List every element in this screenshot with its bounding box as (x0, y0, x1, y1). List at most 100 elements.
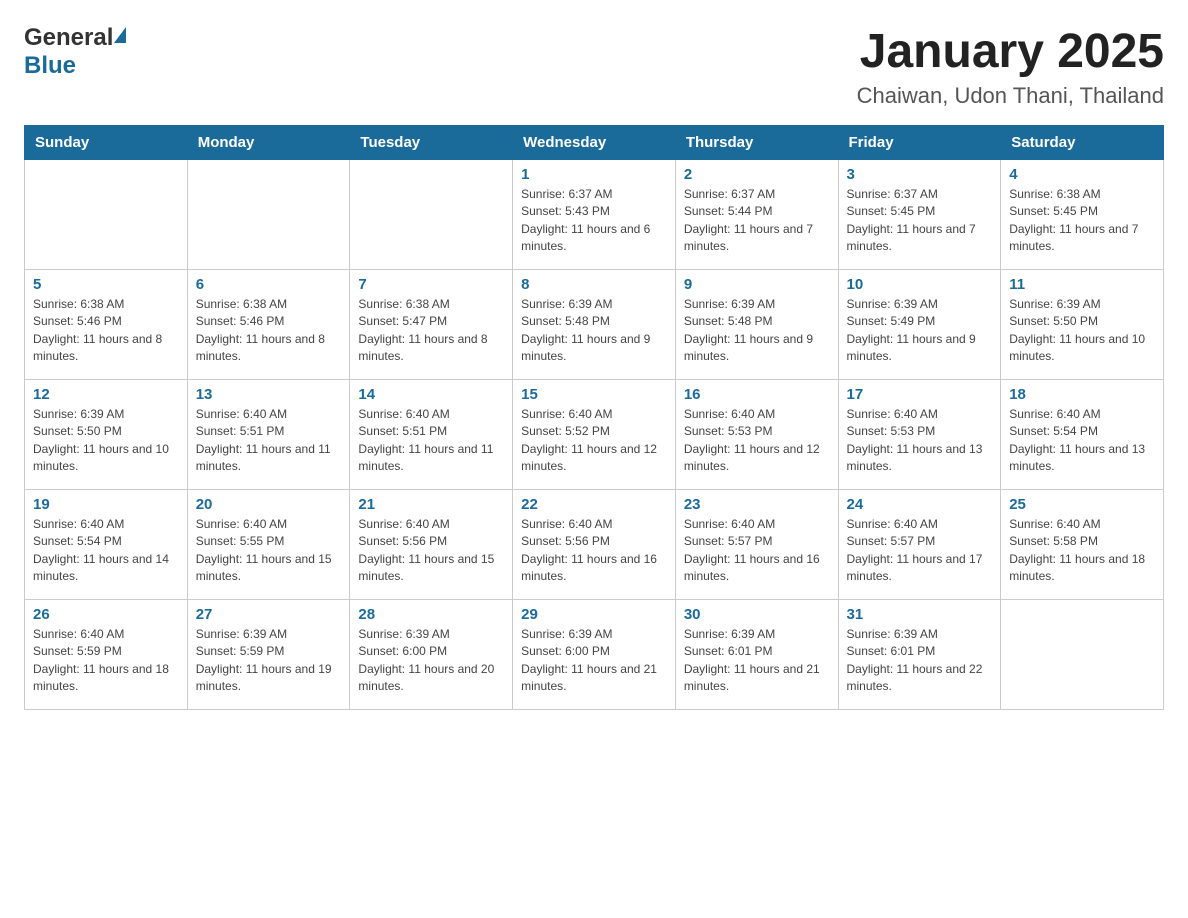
logo: General Blue (24, 24, 126, 80)
day-info: Sunrise: 6:40 AM Sunset: 5:59 PM Dayligh… (33, 626, 179, 696)
day-number: 19 (33, 496, 179, 513)
calendar-cell: 7 Sunrise: 6:38 AM Sunset: 5:47 PM Daylig… (350, 270, 513, 380)
calendar-week-row: 19 Sunrise: 6:40 AM Sunset: 5:54 PM Dayli… (25, 490, 1164, 600)
day-number: 30 (684, 606, 830, 623)
day-number: 28 (358, 606, 504, 623)
day-info: Sunrise: 6:39 AM Sunset: 6:00 PM Dayligh… (521, 626, 667, 696)
calendar-week-row: 1Sunrise: 6:37 AM Sunset: 5:43 PM Daylig… (25, 160, 1164, 270)
day-number: 18 (1009, 386, 1155, 403)
day-number: 15 (521, 386, 667, 403)
day-info: Sunrise: 6:40 AM Sunset: 5:56 PM Dayligh… (521, 516, 667, 586)
calendar-cell: 2Sunrise: 6:37 AM Sunset: 5:44 PM Daylig… (675, 160, 838, 270)
calendar-cell: 4Sunrise: 6:38 AM Sunset: 5:45 PM Daylig… (1001, 160, 1164, 270)
calendar-cell: 26Sunrise: 6:40 AM Sunset: 5:59 PM Dayli… (25, 600, 188, 710)
day-number: 14 (358, 386, 504, 403)
day-info: Sunrise: 6:38 AM Sunset: 5:47 PM Dayligh… (358, 296, 504, 366)
day-info: Sunrise: 6:40 AM Sunset: 5:51 PM Dayligh… (196, 406, 342, 476)
day-info: Sunrise: 6:40 AM Sunset: 5:54 PM Dayligh… (33, 516, 179, 586)
calendar-cell: 12 Sunrise: 6:39 AM Sunset: 5:50 PM Dayli… (25, 380, 188, 490)
calendar-header-wednesday: Wednesday (513, 126, 676, 160)
day-info: Sunrise: 6:37 AM Sunset: 5:45 PM Dayligh… (847, 186, 993, 256)
calendar-cell: 25 Sunrise: 6:40 AM Sunset: 5:58 PM Dayli… (1001, 490, 1164, 600)
day-number: 8 (521, 276, 667, 293)
calendar-week-row: 26Sunrise: 6:40 AM Sunset: 5:59 PM Dayli… (25, 600, 1164, 710)
day-info: Sunrise: 6:40 AM Sunset: 5:52 PM Dayligh… (521, 406, 667, 476)
day-info: Sunrise: 6:40 AM Sunset: 5:57 PM Dayligh… (847, 516, 993, 586)
day-info: Sunrise: 6:39 AM Sunset: 5:50 PM Dayligh… (33, 406, 179, 476)
day-number: 23 (684, 496, 830, 513)
calendar-header-tuesday: Tuesday (350, 126, 513, 160)
calendar-cell (1001, 600, 1164, 710)
calendar-cell: 13Sunrise: 6:40 AM Sunset: 5:51 PM Dayli… (187, 380, 350, 490)
day-info: Sunrise: 6:40 AM Sunset: 5:53 PM Dayligh… (847, 406, 993, 476)
calendar-header-sunday: Sunday (25, 126, 188, 160)
day-number: 11 (1009, 276, 1155, 293)
calendar-cell (350, 160, 513, 270)
calendar-cell: 1Sunrise: 6:37 AM Sunset: 5:43 PM Daylig… (513, 160, 676, 270)
day-number: 25 (1009, 496, 1155, 513)
day-number: 27 (196, 606, 342, 623)
day-info: Sunrise: 6:39 AM Sunset: 5:59 PM Dayligh… (196, 626, 342, 696)
calendar-cell: 24 Sunrise: 6:40 AM Sunset: 5:57 PM Dayli… (838, 490, 1001, 600)
day-number: 5 (33, 276, 179, 293)
day-number: 22 (521, 496, 667, 513)
calendar-cell (25, 160, 188, 270)
calendar-header-monday: Monday (187, 126, 350, 160)
day-info: Sunrise: 6:38 AM Sunset: 5:46 PM Dayligh… (33, 296, 179, 366)
day-number: 7 (358, 276, 504, 293)
calendar-cell: 31 Sunrise: 6:39 AM Sunset: 6:01 PM Dayli… (838, 600, 1001, 710)
calendar-cell: 5 Sunrise: 6:38 AM Sunset: 5:46 PM Daylig… (25, 270, 188, 380)
day-number: 24 (847, 496, 993, 513)
day-info: Sunrise: 6:39 AM Sunset: 6:01 PM Dayligh… (684, 626, 830, 696)
calendar-header-thursday: Thursday (675, 126, 838, 160)
day-number: 9 (684, 276, 830, 293)
day-info: Sunrise: 6:38 AM Sunset: 5:46 PM Dayligh… (196, 296, 342, 366)
day-number: 29 (521, 606, 667, 623)
day-info: Sunrise: 6:40 AM Sunset: 5:58 PM Dayligh… (1009, 516, 1155, 586)
calendar-week-row: 5 Sunrise: 6:38 AM Sunset: 5:46 PM Daylig… (25, 270, 1164, 380)
calendar-cell: 15 Sunrise: 6:40 AM Sunset: 5:52 PM Dayli… (513, 380, 676, 490)
calendar-cell: 28 Sunrise: 6:39 AM Sunset: 6:00 PM Dayli… (350, 600, 513, 710)
calendar-cell: 18 Sunrise: 6:40 AM Sunset: 5:54 PM Dayli… (1001, 380, 1164, 490)
day-info: Sunrise: 6:40 AM Sunset: 5:54 PM Dayligh… (1009, 406, 1155, 476)
calendar-cell: 30 Sunrise: 6:39 AM Sunset: 6:01 PM Dayli… (675, 600, 838, 710)
calendar-header-row: SundayMondayTuesdayWednesdayThursdayFrid… (25, 126, 1164, 160)
day-number: 12 (33, 386, 179, 403)
calendar-title: January 2025 (857, 24, 1164, 79)
calendar-cell: 6 Sunrise: 6:38 AM Sunset: 5:46 PM Daylig… (187, 270, 350, 380)
day-number: 6 (196, 276, 342, 293)
day-number: 17 (847, 386, 993, 403)
day-info: Sunrise: 6:39 AM Sunset: 5:50 PM Dayligh… (1009, 296, 1155, 366)
day-info: Sunrise: 6:40 AM Sunset: 5:55 PM Dayligh… (196, 516, 342, 586)
day-info: Sunrise: 6:40 AM Sunset: 5:56 PM Dayligh… (358, 516, 504, 586)
calendar-table: SundayMondayTuesdayWednesdayThursdayFrid… (24, 125, 1164, 710)
day-info: Sunrise: 6:39 AM Sunset: 5:49 PM Dayligh… (847, 296, 993, 366)
day-info: Sunrise: 6:40 AM Sunset: 5:51 PM Dayligh… (358, 406, 504, 476)
calendar-cell: 20 Sunrise: 6:40 AM Sunset: 5:55 PM Dayli… (187, 490, 350, 600)
calendar-cell: 11 Sunrise: 6:39 AM Sunset: 5:50 PM Dayli… (1001, 270, 1164, 380)
calendar-cell: 23Sunrise: 6:40 AM Sunset: 5:57 PM Dayli… (675, 490, 838, 600)
day-info: Sunrise: 6:37 AM Sunset: 5:43 PM Dayligh… (521, 186, 667, 256)
day-number: 3 (847, 166, 993, 183)
day-number: 10 (847, 276, 993, 293)
calendar-cell: 8 Sunrise: 6:39 AM Sunset: 5:48 PM Daylig… (513, 270, 676, 380)
day-info: Sunrise: 6:39 AM Sunset: 5:48 PM Dayligh… (521, 296, 667, 366)
day-info: Sunrise: 6:39 AM Sunset: 6:00 PM Dayligh… (358, 626, 504, 696)
page-header: General Blue January 2025 Chaiwan, Udon … (24, 24, 1164, 109)
title-section: January 2025 Chaiwan, Udon Thani, Thaila… (857, 24, 1164, 109)
calendar-cell: 21Sunrise: 6:40 AM Sunset: 5:56 PM Dayli… (350, 490, 513, 600)
day-number: 20 (196, 496, 342, 513)
calendar-week-row: 12 Sunrise: 6:39 AM Sunset: 5:50 PM Dayli… (25, 380, 1164, 490)
day-info: Sunrise: 6:38 AM Sunset: 5:45 PM Dayligh… (1009, 186, 1155, 256)
day-number: 16 (684, 386, 830, 403)
day-number: 31 (847, 606, 993, 623)
calendar-cell: 16Sunrise: 6:40 AM Sunset: 5:53 PM Dayli… (675, 380, 838, 490)
calendar-header-friday: Friday (838, 126, 1001, 160)
calendar-cell: 29 Sunrise: 6:39 AM Sunset: 6:00 PM Dayli… (513, 600, 676, 710)
calendar-cell: 27 Sunrise: 6:39 AM Sunset: 5:59 PM Dayli… (187, 600, 350, 710)
logo-triangle-icon (114, 27, 126, 43)
calendar-cell: 10 Sunrise: 6:39 AM Sunset: 5:49 PM Dayli… (838, 270, 1001, 380)
day-info: Sunrise: 6:37 AM Sunset: 5:44 PM Dayligh… (684, 186, 830, 256)
day-info: Sunrise: 6:39 AM Sunset: 6:01 PM Dayligh… (847, 626, 993, 696)
calendar-cell: 9Sunrise: 6:39 AM Sunset: 5:48 PM Daylig… (675, 270, 838, 380)
